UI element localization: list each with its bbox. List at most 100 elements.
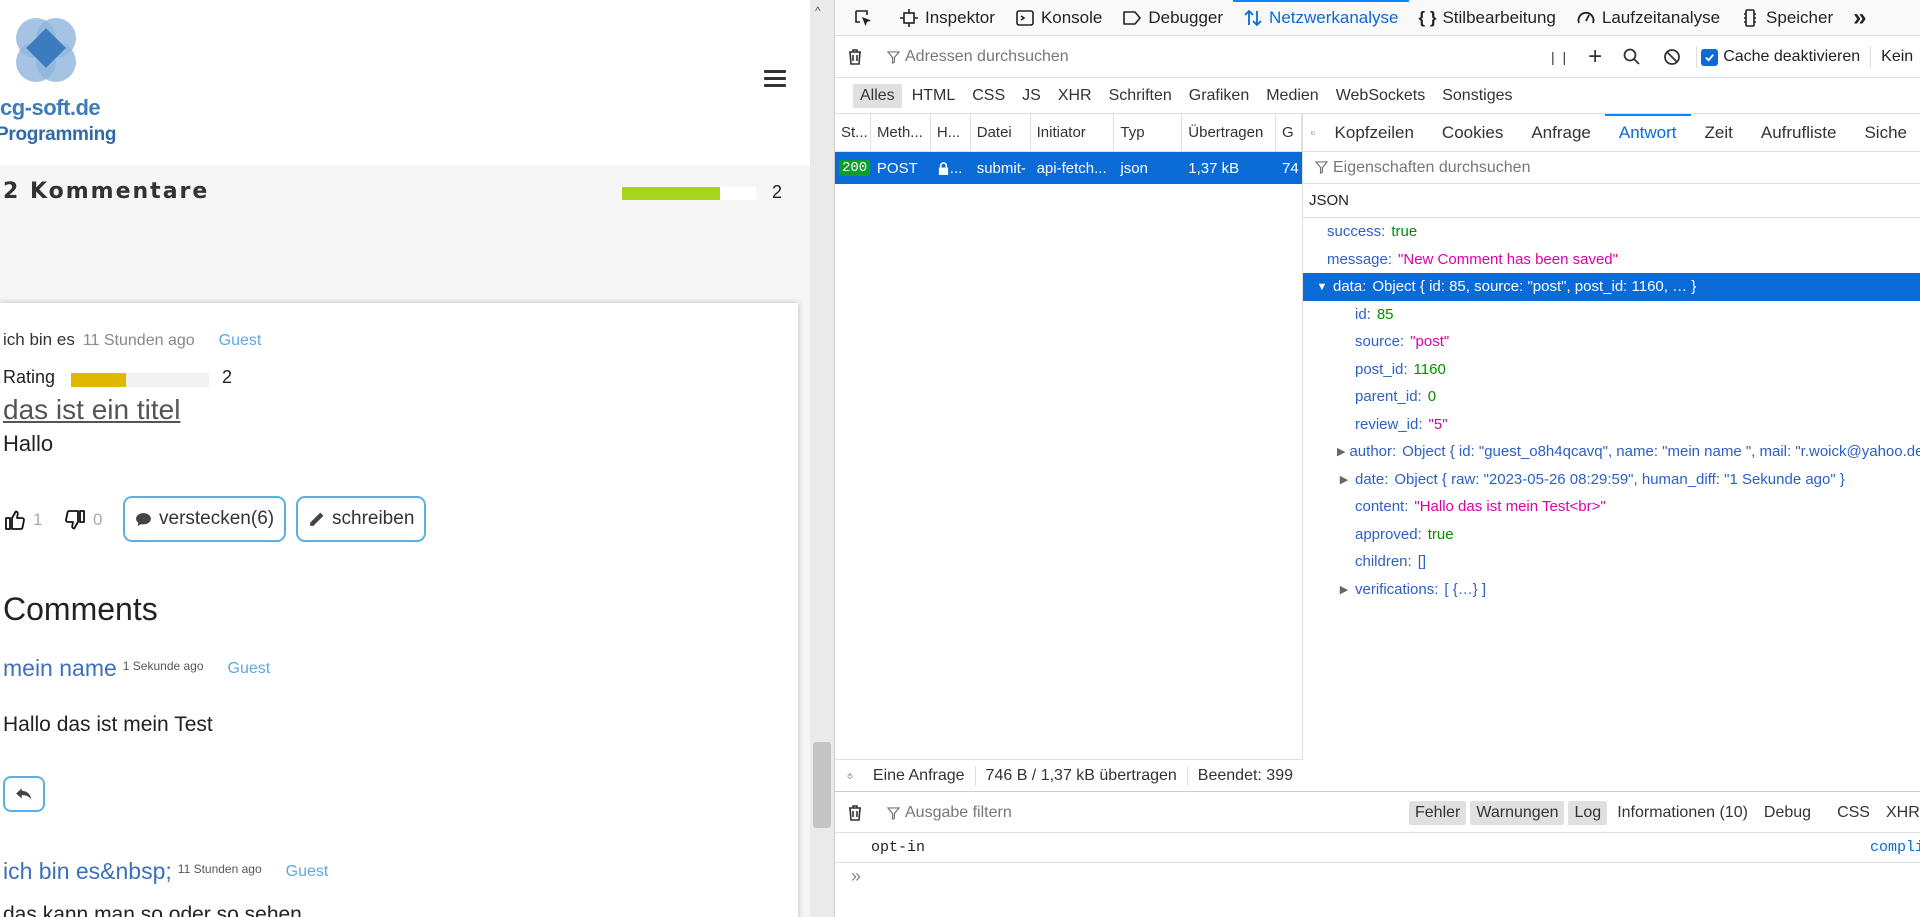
filter-other[interactable]: Sonstiges bbox=[1435, 84, 1519, 108]
filter-js[interactable]: JS bbox=[1015, 84, 1048, 108]
plus-icon[interactable]: + bbox=[1588, 43, 1602, 71]
url-filter-input[interactable]: Adressen durchsuchen bbox=[887, 44, 1069, 70]
logo-text[interactable]: cg-soft.de bbox=[0, 96, 101, 120]
filter-images[interactable]: Grafiken bbox=[1182, 84, 1256, 108]
pause-icon[interactable]: | | bbox=[1551, 49, 1568, 65]
json-row[interactable]: review_id: "5" bbox=[1303, 411, 1920, 439]
column-method[interactable]: Meth... bbox=[871, 113, 931, 152]
request-host: ... bbox=[949, 159, 963, 177]
write-comment-button[interactable]: schreiben bbox=[296, 496, 427, 542]
filter-all[interactable]: Alles bbox=[853, 83, 902, 108]
tab-request[interactable]: Anfrage bbox=[1517, 114, 1605, 152]
json-row[interactable]: parent_id: 0 bbox=[1303, 383, 1920, 411]
review-title[interactable]: das ist ein titel bbox=[3, 394, 180, 426]
logo-icon[interactable] bbox=[10, 16, 82, 88]
comments-count-bar-fill bbox=[622, 187, 720, 200]
column-initiator[interactable]: Initiator bbox=[1031, 113, 1115, 152]
dislike-button[interactable]: 0 bbox=[63, 508, 102, 532]
json-row[interactable]: ▶ verifications: [ {…} ] bbox=[1303, 576, 1920, 604]
json-row[interactable]: content: "Hallo das ist mein Test<br>" bbox=[1303, 493, 1920, 521]
column-host[interactable]: H... bbox=[931, 113, 971, 152]
json-row[interactable]: children: [] bbox=[1303, 548, 1920, 576]
tab-timings[interactable]: Zeit bbox=[1691, 114, 1747, 152]
tab-network[interactable]: Netzwerkanalyse bbox=[1233, 0, 1409, 36]
filter-xhr[interactable]: XHR bbox=[1051, 84, 1099, 108]
comment-role: Guest bbox=[285, 863, 329, 880]
column-status[interactable]: St... bbox=[835, 113, 871, 152]
hide-comments-button[interactable]: verstecken(6) bbox=[123, 496, 287, 542]
comment-author[interactable]: ich bin es&nbsp; bbox=[3, 858, 172, 884]
tab-security[interactable]: Siche bbox=[1850, 114, 1920, 152]
page-scrollbar[interactable]: ^ bbox=[810, 0, 834, 917]
console-level-filter[interactable]: XHR bbox=[1880, 801, 1920, 825]
tab-label: Inspektor bbox=[925, 7, 995, 27]
cache-disable-checkbox[interactable] bbox=[1701, 48, 1719, 66]
json-row[interactable]: ▶ author: Object { id: "guest_o8h4qcavq", … bbox=[1303, 438, 1920, 466]
table-row[interactable]: 200 POST ... submit- api-fetch... json 1… bbox=[835, 152, 1302, 184]
expanded-triangle-icon[interactable]: ▼ bbox=[1315, 281, 1329, 293]
block-icon[interactable] bbox=[1662, 47, 1682, 67]
scroll-up-icon[interactable]: ^ bbox=[815, 4, 821, 18]
json-row[interactable]: source: "post" bbox=[1303, 328, 1920, 356]
json-row[interactable]: success: true bbox=[1303, 218, 1920, 246]
menu-icon[interactable] bbox=[764, 70, 786, 92]
console-level-filter[interactable]: Warnungen bbox=[1470, 801, 1565, 825]
console-level-filter[interactable]: Informationen (10) bbox=[1611, 801, 1754, 825]
like-button[interactable]: 1 bbox=[3, 508, 42, 532]
tab-response[interactable]: Antwort bbox=[1604, 113, 1691, 152]
json-row[interactable]: id: 85 bbox=[1303, 301, 1920, 329]
json-row[interactable]: message: "New Comment has been saved" bbox=[1303, 246, 1920, 274]
trash-icon[interactable] bbox=[845, 47, 865, 67]
trash-icon[interactable] bbox=[845, 803, 865, 823]
collapsed-triangle-icon[interactable]: ▶ bbox=[1337, 445, 1345, 458]
console-level-filter[interactable]: Debug bbox=[1758, 801, 1817, 825]
chevrons-right-icon: » bbox=[1853, 3, 1867, 31]
reply-button[interactable] bbox=[3, 776, 45, 812]
json-section-header[interactable]: JSON bbox=[1303, 184, 1920, 218]
tab-storage[interactable]: Speicher bbox=[1730, 0, 1843, 36]
tab-debugger[interactable]: Debugger bbox=[1112, 0, 1233, 36]
console-level-filter[interactable]: CSS bbox=[1831, 801, 1876, 825]
filter-icon bbox=[887, 50, 900, 64]
comment-author[interactable]: mein name bbox=[3, 655, 117, 681]
element-picker-button[interactable] bbox=[843, 0, 889, 36]
column-size[interactable]: G bbox=[1276, 113, 1303, 152]
tab-console[interactable]: Konsole bbox=[1005, 0, 1112, 36]
json-row[interactable]: ▶ date: Object { raw: "2023-05-26 08:29:59… bbox=[1303, 466, 1920, 494]
column-type[interactable]: Typ bbox=[1114, 113, 1183, 152]
more-tabs-button[interactable]: » bbox=[1843, 0, 1876, 36]
stopwatch-icon bbox=[847, 772, 853, 779]
filter-css[interactable]: CSS bbox=[965, 84, 1012, 108]
json-row[interactable]: ▼ data: Object { id: 85, source: "post", p… bbox=[1303, 273, 1920, 301]
collapsed-triangle-icon[interactable]: ▶ bbox=[1337, 473, 1351, 486]
page-scroll-thumb[interactable] bbox=[813, 742, 831, 828]
review-author: ich bin es bbox=[3, 330, 75, 349]
filter-websockets[interactable]: WebSockets bbox=[1329, 84, 1433, 108]
property-filter-input[interactable]: Eigenschaften durchsuchen bbox=[1303, 152, 1920, 184]
filter-media[interactable]: Medien bbox=[1259, 84, 1325, 108]
filter-html[interactable]: HTML bbox=[905, 84, 963, 108]
search-icon[interactable] bbox=[1622, 47, 1642, 67]
console-icon bbox=[1016, 9, 1034, 26]
request-size: 74 bbox=[1282, 159, 1299, 177]
filter-fonts[interactable]: Schriften bbox=[1102, 84, 1179, 108]
tab-headers[interactable]: Kopfzeilen bbox=[1321, 114, 1428, 152]
tab-performance[interactable]: Laufzeitanalyse bbox=[1566, 0, 1730, 36]
console-filter-input[interactable]: Ausgabe filtern bbox=[887, 792, 1012, 834]
console-message-source[interactable]: compli bbox=[1870, 839, 1920, 856]
console-level-filter[interactable]: Log bbox=[1568, 801, 1608, 825]
tab-style-editor[interactable]: { } Stilbearbeitung bbox=[1409, 0, 1566, 36]
collapsed-triangle-icon[interactable]: ▶ bbox=[1337, 583, 1351, 596]
console-input[interactable]: » bbox=[851, 866, 861, 887]
toggle-sidebar-icon[interactable] bbox=[1311, 124, 1315, 142]
column-file[interactable]: Datei bbox=[971, 113, 1031, 152]
console-level-filter[interactable]: Fehler bbox=[1409, 801, 1467, 825]
column-transferred[interactable]: Übertragen bbox=[1182, 113, 1277, 152]
tab-stack-trace[interactable]: Aufrufliste bbox=[1747, 114, 1851, 152]
json-row[interactable]: post_id: 1160 bbox=[1303, 356, 1920, 384]
tab-inspector[interactable]: Inspektor bbox=[889, 0, 1005, 36]
throttle-select[interactable]: Kein bbox=[1881, 48, 1913, 66]
site-header: cg-soft.de Programming bbox=[0, 0, 810, 165]
json-row[interactable]: approved: true bbox=[1303, 521, 1920, 549]
tab-cookies[interactable]: Cookies bbox=[1428, 114, 1517, 152]
